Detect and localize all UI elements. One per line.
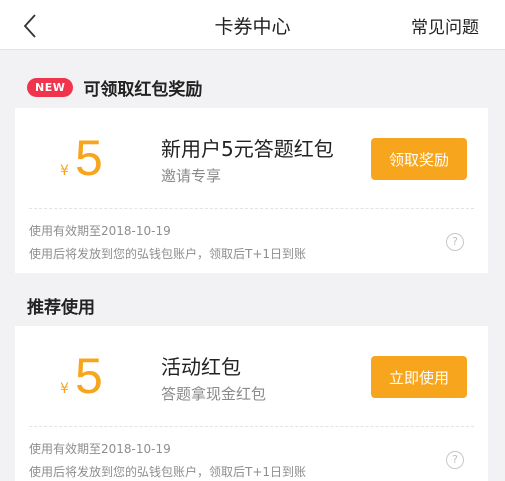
currency-symbol: ¥ (60, 381, 69, 397)
coupon-subtitle: 邀请专享 (161, 167, 222, 185)
section-header-available: NEW 可领取红包奖励 (27, 72, 202, 102)
coupon-amount: 5 (75, 130, 103, 186)
coupon-title: 活动红包 (161, 355, 241, 379)
coupon-card: ¥ 5 新用户5元答题红包 邀请专享 领取奖励 使用有效期至2018-10-19… (15, 108, 488, 273)
validity-text: 使用有效期至2018-10-19 (29, 224, 171, 238)
note-text: 使用后将发放到您的弘钱包账户，领取后T+1日到账 (29, 465, 307, 479)
new-badge: NEW (27, 77, 74, 97)
nav-bar: 卡券中心 常见问题 (0, 0, 505, 50)
coupon-title: 新用户5元答题红包 (161, 137, 334, 161)
validity-text: 使用有效期至2018-10-19 (29, 442, 171, 456)
coupon-subtitle: 答题拿现金红包 (161, 385, 267, 403)
help-circle-icon[interactable]: ? (446, 233, 464, 251)
section-header-recommended: 推荐使用 (27, 290, 95, 320)
help-circle-icon[interactable]: ? (446, 451, 464, 469)
coupon-card: ¥ 5 活动红包 答题拿现金红包 立即使用 使用有效期至2018-10-19 使… (15, 326, 488, 481)
section-title: 推荐使用 (27, 297, 95, 318)
coupon-amount: 5 (75, 348, 103, 404)
section-title: 可领取红包奖励 (83, 79, 203, 100)
currency-symbol: ¥ (60, 163, 69, 179)
use-now-button[interactable]: 立即使用 (371, 356, 467, 398)
note-text: 使用后将发放到您的弘钱包账户，领取后T+1日到账 (29, 247, 307, 261)
faq-link[interactable]: 常见问题 (411, 13, 479, 38)
claim-reward-button[interactable]: 领取奖励 (371, 138, 467, 180)
